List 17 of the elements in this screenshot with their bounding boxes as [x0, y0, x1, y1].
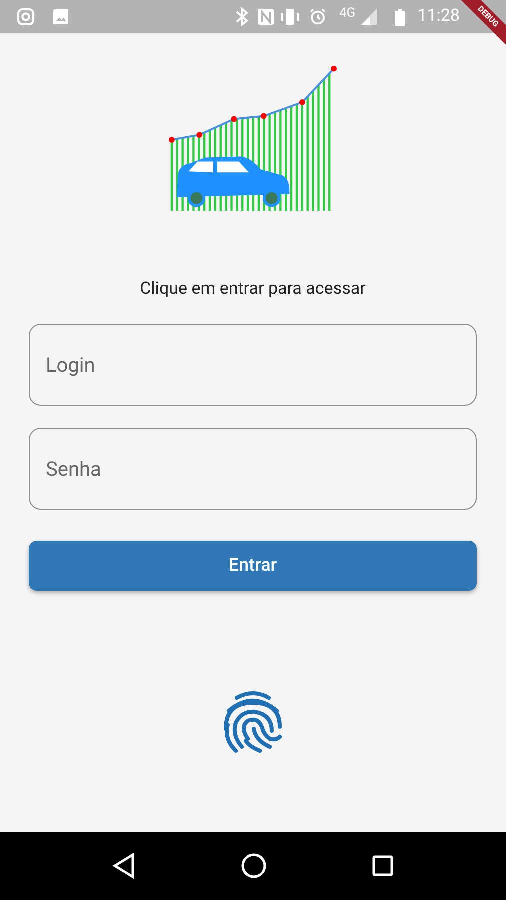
signal-icon — [360, 8, 378, 26]
vibrate-icon — [279, 8, 302, 26]
clock-time: 11:28 — [418, 4, 460, 28]
back-icon[interactable] — [112, 853, 136, 879]
camera-icon — [16, 6, 36, 26]
text-field[interactable]: Login — [29, 324, 477, 406]
image-icon — [52, 8, 70, 26]
recent-apps-icon[interactable] — [372, 855, 394, 877]
home-icon[interactable] — [240, 853, 267, 879]
text-field[interactable]: Senha — [29, 428, 477, 510]
nfc-icon — [257, 8, 276, 26]
alarm-clock-icon — [309, 8, 328, 26]
network-type: 4G — [339, 5, 356, 23]
battery-icon — [394, 8, 406, 26]
login-button[interactable]: Entrar — [29, 540, 477, 590]
login-prompt: Clique em entrar para acessar — [140, 278, 366, 301]
bluetooth-icon — [235, 6, 250, 26]
